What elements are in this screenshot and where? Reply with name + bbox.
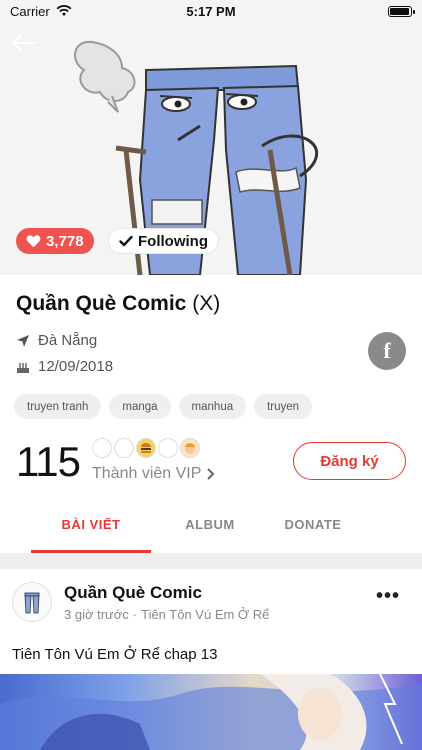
following-label: Following (138, 232, 208, 250)
character-avatar-icon (185, 443, 195, 454)
location-text: Đà Nẵng (38, 332, 98, 349)
tag-chip[interactable]: manhua (178, 394, 247, 419)
burger-avatar-icon (141, 443, 151, 453)
tag-list: truyen tranh manga manhua truyen (14, 394, 313, 419)
post-author[interactable]: Quần Què Comic (64, 583, 202, 603)
tab-posts[interactable]: BÀI VIẾT (31, 503, 151, 553)
avatar[interactable] (12, 582, 52, 622)
avatar (158, 438, 178, 458)
tag-chip[interactable]: truyen tranh (14, 394, 102, 419)
arrow-left-icon (12, 34, 35, 52)
carrier-label: Carrier (10, 3, 50, 19)
post-header: Quần Què Comic 3 giờ trước · Tiên Tôn Vú… (0, 569, 422, 633)
wifi-icon (56, 5, 72, 16)
avatar (180, 438, 200, 458)
tab-donate[interactable]: DONATE (269, 503, 357, 553)
avatar (136, 438, 156, 458)
heart-icon (26, 235, 41, 248)
more-options-button[interactable]: ••• (376, 585, 400, 608)
post-time: 3 giờ trước (64, 607, 129, 622)
jeans-logo-icon (24, 592, 40, 614)
date-row: 12/09/2018 (16, 358, 113, 375)
vip-avatars[interactable] (92, 438, 202, 458)
post-image-art (0, 674, 422, 750)
profile-name-suffix: (X) (192, 292, 221, 315)
register-button[interactable]: Đăng ký (293, 442, 406, 480)
avatar (114, 438, 134, 458)
likes-badge[interactable]: 3,778 (16, 228, 94, 254)
post-meta: 3 giờ trước · Tiên Tôn Vú Em Ở Rể (64, 607, 269, 622)
back-button[interactable] (8, 28, 38, 58)
battery-icon (388, 5, 415, 17)
tab-bar: BÀI VIẾT ALBUM DONATE (0, 503, 422, 553)
post-meta-separator: · (132, 607, 138, 622)
tag-chip[interactable]: manga (109, 394, 171, 419)
following-button[interactable]: Following (108, 228, 219, 254)
profile-name: Quần Què Comic (16, 292, 187, 315)
post-series[interactable]: Tiên Tôn Vú Em Ở Rể (141, 607, 269, 622)
status-left: Carrier (10, 4, 72, 19)
post-text: Tiên Tôn Vú Em Ở Rể chap 13 (12, 646, 218, 663)
facebook-icon: f (383, 338, 391, 363)
tab-album[interactable]: ALBUM (151, 503, 269, 553)
facebook-button[interactable]: f (368, 332, 406, 370)
section-divider (0, 553, 422, 569)
avatar (92, 438, 112, 458)
battery-fill (390, 7, 409, 15)
date-text: 12/09/2018 (38, 358, 114, 375)
likes-count: 3,778 (46, 232, 84, 250)
tag-chip[interactable]: truyen (254, 394, 313, 419)
location-row: Đà Nẵng (16, 332, 97, 349)
chevron-right-icon (207, 468, 215, 480)
check-icon (119, 235, 133, 247)
page-title: Quần Què Comic (X) (16, 292, 220, 316)
vip-label: Thành viên VIP (92, 465, 202, 482)
location-arrow-icon (17, 334, 29, 347)
vip-members-link[interactable]: Thành viên VIP (92, 465, 215, 483)
cover-image: 3,778 Following (0, 0, 422, 275)
post-image[interactable] (0, 674, 422, 750)
status-bar: Carrier 5:17 PM (0, 0, 422, 22)
birthday-cake-icon (17, 362, 29, 373)
member-count: 115 (16, 438, 81, 485)
